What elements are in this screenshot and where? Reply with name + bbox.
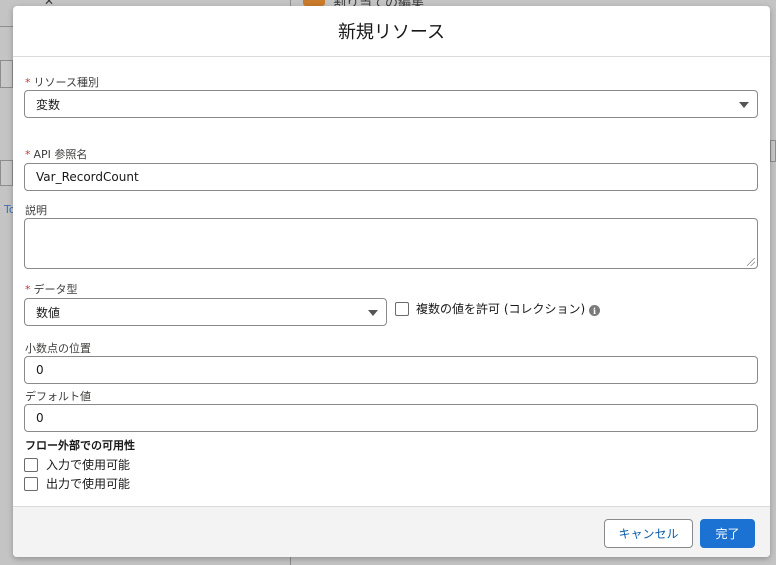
chevron-down-icon bbox=[739, 102, 749, 108]
decimal-places-value: 0 bbox=[36, 363, 44, 377]
description-textarea[interactable] bbox=[24, 218, 758, 269]
data-type-select[interactable]: 数値 bbox=[24, 298, 387, 326]
required-marker: * bbox=[25, 148, 31, 161]
api-name-value: Var_RecordCount bbox=[36, 170, 139, 184]
modal-body: * リソース種別 変数 * API 参照名 Var_RecordCount 説明 *… bbox=[13, 57, 770, 506]
resource-type-value: 変数 bbox=[36, 97, 61, 112]
modal-header: 新規リソース bbox=[13, 6, 770, 57]
available-input-label: 入力で使用可能 bbox=[46, 458, 131, 472]
modal-footer: キャンセル 完了 bbox=[13, 506, 770, 557]
bg-panel bbox=[0, 160, 13, 186]
data-type-label: * データ型 bbox=[25, 283, 78, 296]
required-marker: * bbox=[25, 283, 31, 296]
description-label: 説明 bbox=[25, 204, 47, 217]
api-name-input[interactable]: Var_RecordCount bbox=[24, 163, 758, 191]
decimal-places-input[interactable]: 0 bbox=[24, 356, 758, 384]
resource-type-select[interactable]: 変数 bbox=[24, 90, 758, 118]
modal-title: 新規リソース bbox=[337, 22, 446, 43]
available-input-checkbox[interactable] bbox=[24, 458, 38, 472]
resource-type-label: * リソース種別 bbox=[25, 76, 99, 89]
required-marker: * bbox=[25, 76, 31, 89]
default-value-value: 0 bbox=[36, 411, 44, 425]
availability-title: フロー外部での可用性 bbox=[25, 439, 135, 452]
default-value-input[interactable]: 0 bbox=[24, 404, 758, 432]
bg-panel bbox=[770, 140, 776, 162]
allow-multiple-checkbox[interactable] bbox=[395, 302, 409, 316]
bg-divider bbox=[0, 26, 13, 27]
available-output-label: 出力で使用可能 bbox=[46, 477, 131, 491]
decimal-places-label: 小数点の位置 bbox=[25, 342, 91, 355]
available-output-checkbox[interactable] bbox=[24, 477, 38, 491]
cancel-button[interactable]: キャンセル bbox=[604, 519, 693, 548]
api-name-label: * API 参照名 bbox=[25, 148, 88, 161]
resize-handle-icon[interactable] bbox=[747, 258, 755, 266]
info-icon[interactable]: i bbox=[589, 305, 600, 316]
allow-multiple-label: 複数の値を許可 (コレクション) bbox=[416, 302, 586, 316]
default-value-label: デフォルト値 bbox=[25, 390, 91, 403]
chevron-down-icon bbox=[368, 310, 378, 316]
data-type-value: 数値 bbox=[36, 305, 61, 320]
new-resource-modal: 新規リソース * リソース種別 変数 * API 参照名 Var_RecordCou… bbox=[13, 6, 770, 557]
done-button[interactable]: 完了 bbox=[700, 519, 755, 548]
bg-panel bbox=[0, 60, 13, 88]
